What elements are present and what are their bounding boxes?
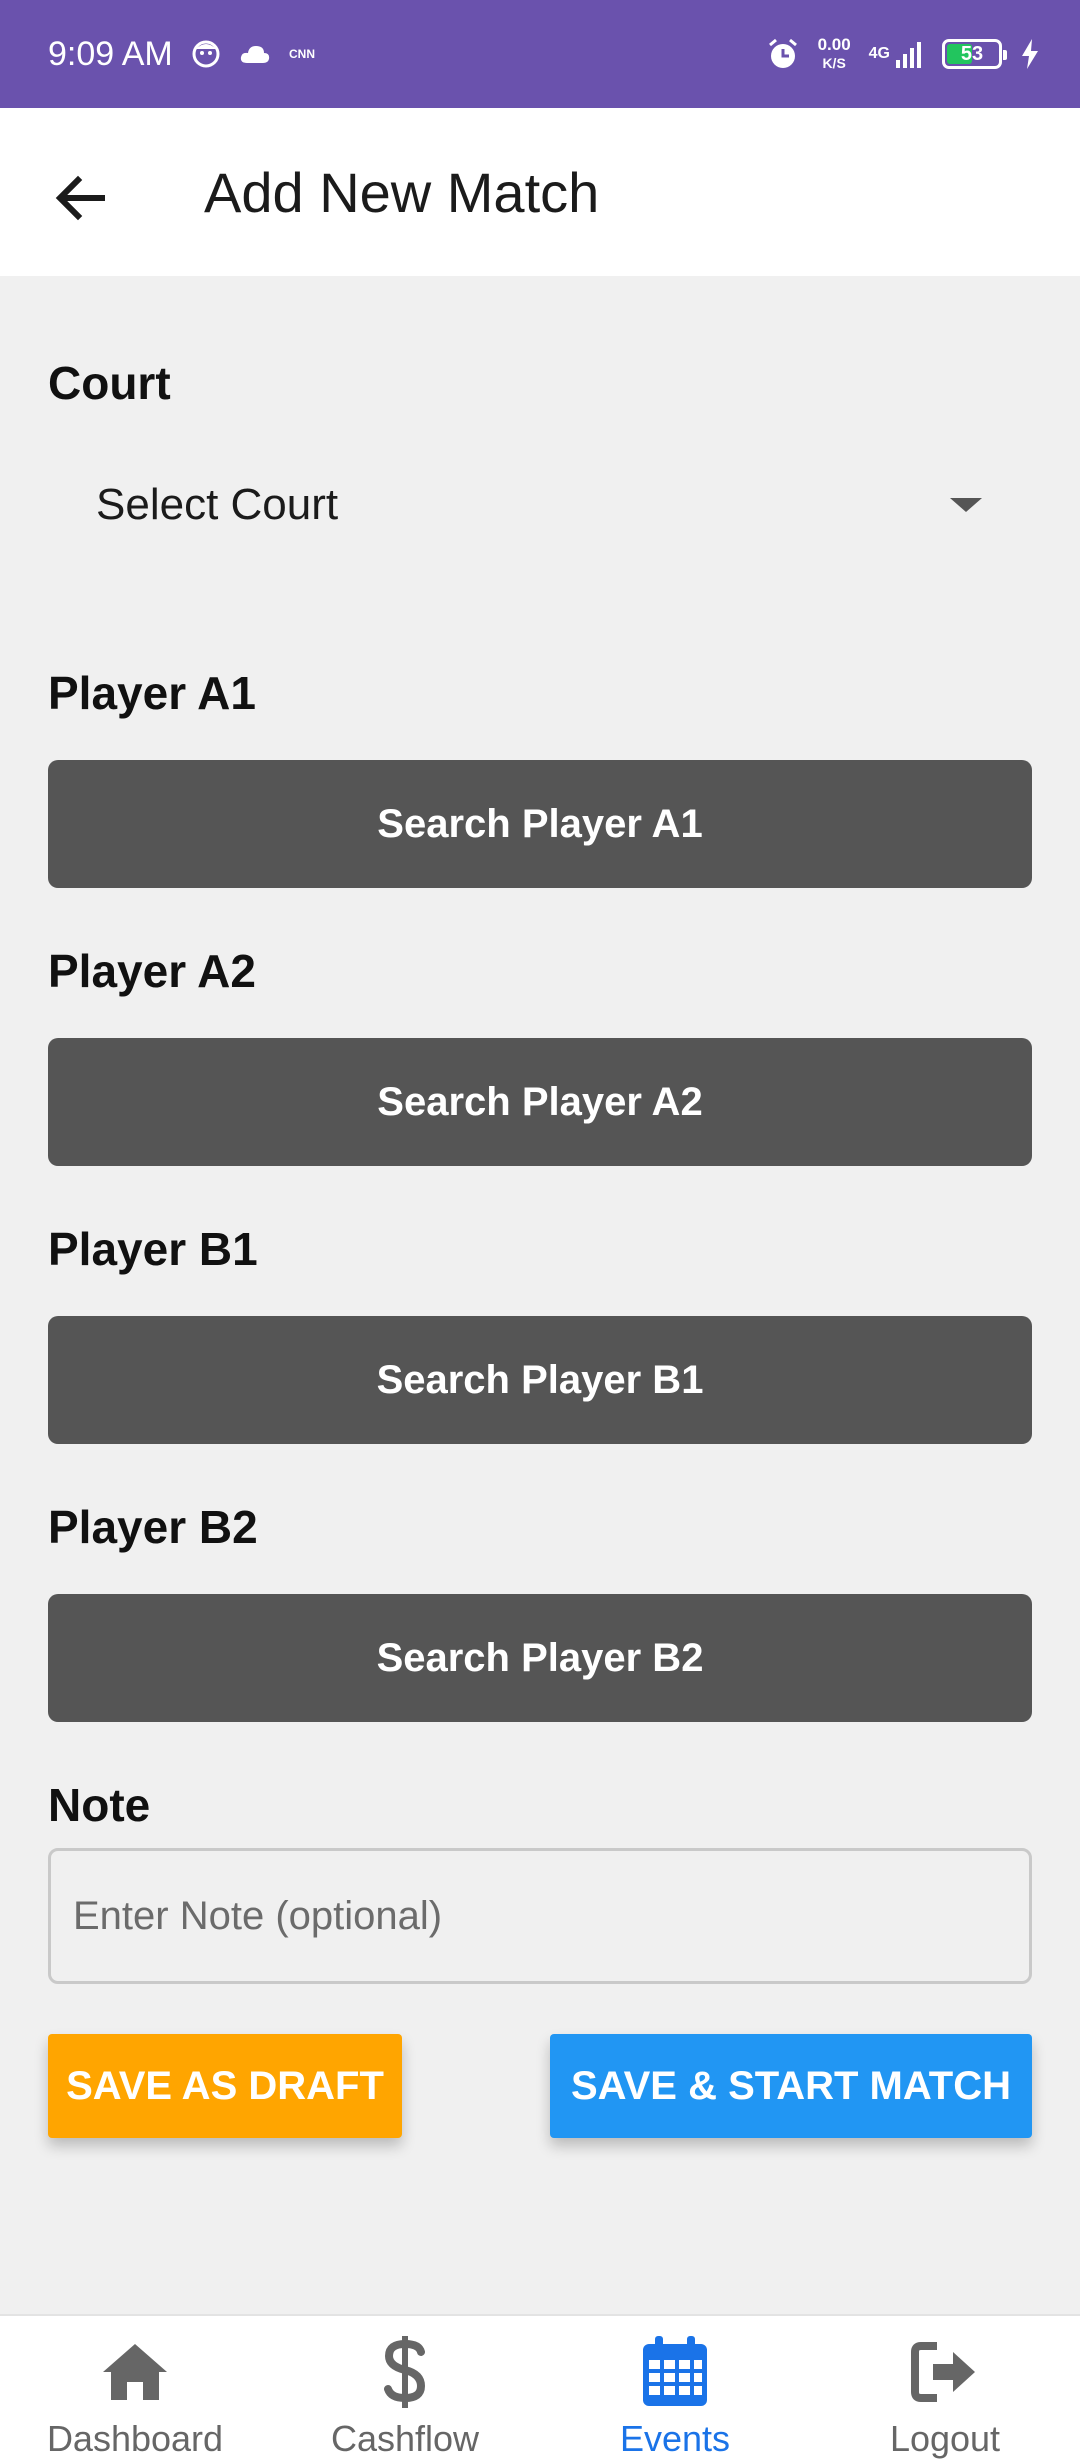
net-speed-value: 0.00 [817, 35, 851, 54]
status-right: 0.00 K/S 4G 53 [766, 36, 1040, 72]
svg-text:CNN: CNN [289, 47, 315, 61]
alarm-icon [766, 37, 800, 71]
cloud-icon [239, 43, 271, 65]
status-bar: 9:09 AM CNN 0.00 K/S 4G 53 [0, 0, 1080, 108]
court-select-value: Select Court [96, 480, 339, 529]
status-left: 9:09 AM CNN [48, 35, 321, 74]
nav-label-events: Events [619, 2418, 731, 2459]
nav-label-logout: Logout [889, 2418, 1001, 2459]
search-player-a1-button[interactable]: Search Player A1 [48, 760, 1032, 888]
network-speed: 0.00 K/S [818, 36, 851, 72]
cnn-icon: CNN [289, 44, 321, 64]
signal-icon: 4G [869, 40, 924, 68]
nav-label-dashboard: Dashboard [46, 2418, 224, 2459]
battery-level: 53 [960, 42, 984, 65]
calendar-icon [639, 2330, 711, 2414]
arrow-left-icon [55, 175, 105, 221]
note-label: Note [48, 1779, 151, 1831]
battery-icon: 53 [942, 39, 1007, 69]
player-b2-label: Player B2 [48, 1501, 258, 1553]
home-icon [99, 2330, 171, 2414]
player-b1-label: Player B1 [48, 1223, 258, 1275]
bottom-nav: Dashboard Cashflow Events Logout [0, 2314, 1080, 2460]
player-a1-label: Player A1 [48, 667, 256, 719]
face-icon [191, 39, 221, 69]
search-player-b1-button[interactable]: Search Player B1 [48, 1316, 1032, 1444]
save-as-draft-button[interactable]: SAVE AS DRAFT [48, 2034, 402, 2138]
charging-icon [1020, 39, 1040, 69]
back-button[interactable] [40, 158, 120, 238]
page-title: Add New Match [204, 161, 600, 224]
nav-item-events[interactable]: Events [540, 2316, 810, 2460]
note-input[interactable] [48, 1848, 1032, 1984]
network-type: 4G [868, 45, 890, 62]
net-speed-unit: K/S [822, 55, 846, 71]
search-player-a2-button[interactable]: Search Player A2 [48, 1038, 1032, 1166]
court-select[interactable]: Select Court [48, 450, 1032, 560]
status-time: 9:09 AM [48, 34, 173, 73]
nav-label-cashflow: Cashflow [330, 2418, 480, 2459]
search-player-b2-button[interactable]: Search Player B2 [48, 1594, 1032, 1722]
save-and-start-match-button[interactable]: SAVE & START MATCH [550, 2034, 1032, 2138]
player-a2-label: Player A2 [48, 945, 256, 997]
court-label: Court [48, 357, 171, 409]
logout-icon [909, 2330, 981, 2414]
app-bar: Add New Match [0, 108, 1080, 276]
nav-item-dashboard[interactable]: Dashboard [0, 2316, 270, 2460]
chevron-down-icon [950, 498, 982, 512]
nav-item-logout[interactable]: Logout [810, 2316, 1080, 2460]
nav-item-cashflow[interactable]: Cashflow [270, 2316, 540, 2460]
dollar-icon [383, 2330, 427, 2414]
